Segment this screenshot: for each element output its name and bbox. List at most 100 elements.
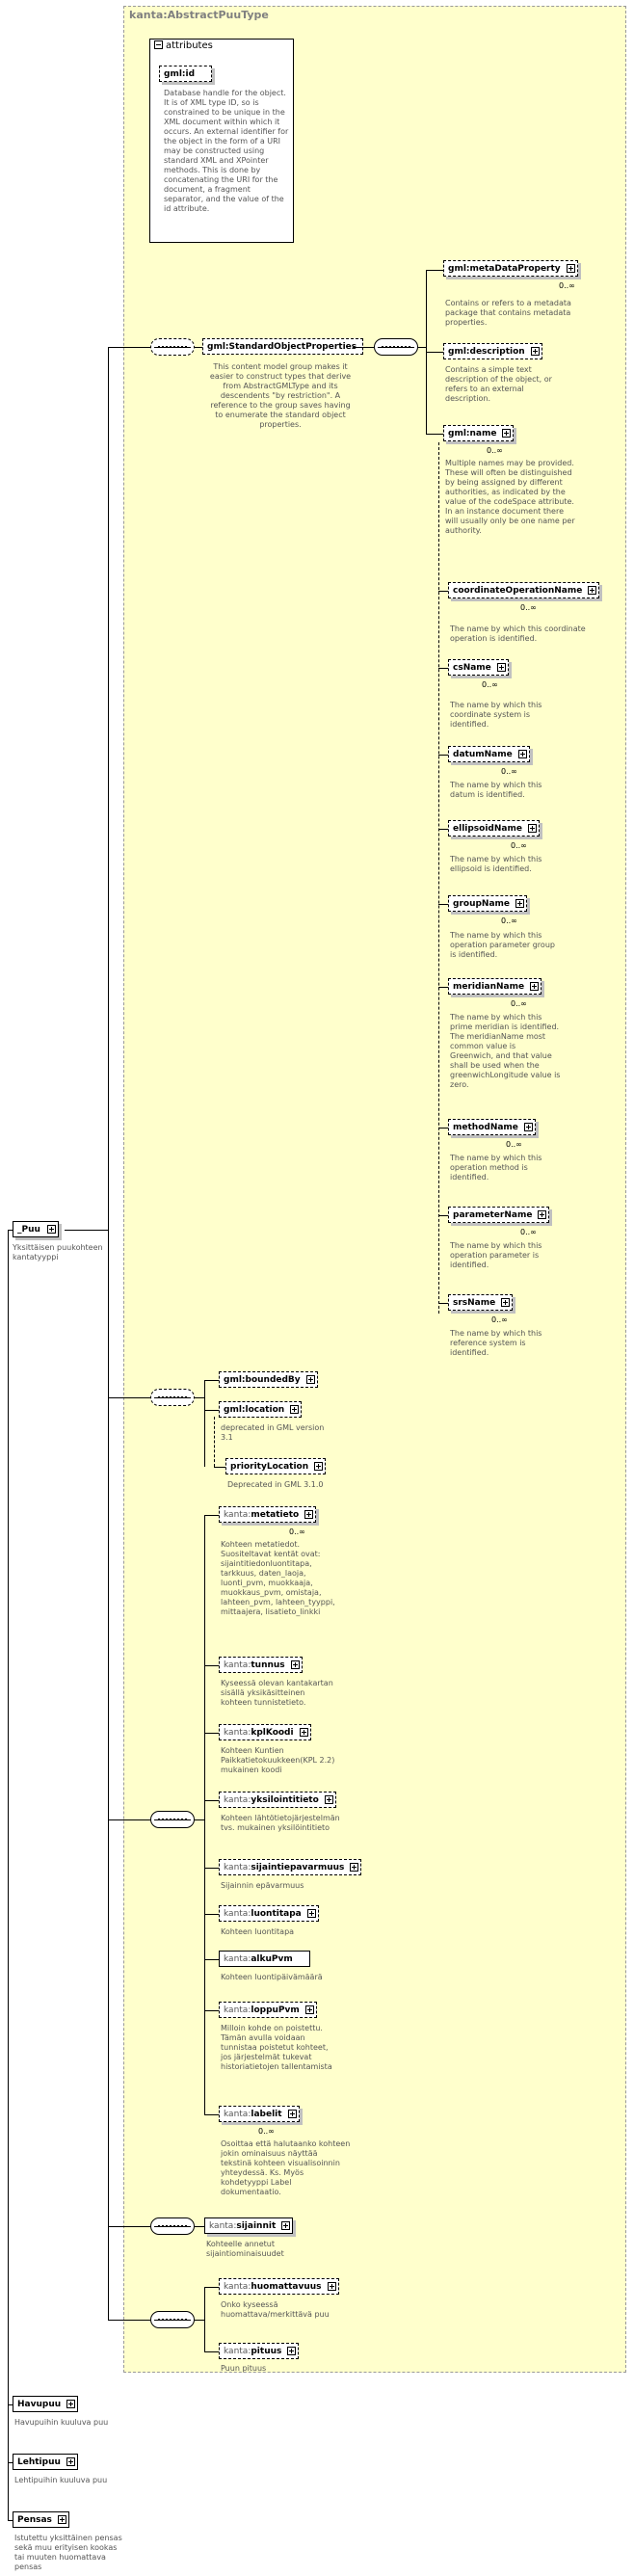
expand-icon[interactable] (496, 663, 506, 672)
parameter-name-multiplicity: 0..∞ (520, 1228, 537, 1236)
element-kanta-tunnus[interactable]: kanta:tunnus (219, 1657, 303, 1673)
meridian-name-description: The name by which this prime meridian is… (450, 1013, 561, 1089)
expand-icon[interactable] (66, 2400, 76, 2408)
element-havupuu[interactable]: Havupuu (13, 2396, 79, 2412)
coordinate-operation-name-multiplicity: 0..∞ (520, 603, 537, 612)
element-kanta-metatieto[interactable]: kanta:metatieto (219, 1506, 317, 1523)
expand-icon[interactable] (530, 347, 540, 356)
expand-icon[interactable] (350, 1863, 359, 1872)
expand-icon[interactable] (327, 2282, 336, 2291)
element-kanta-huomattavuus[interactable]: kanta:huomattavuus (219, 2278, 339, 2295)
expand-icon[interactable] (523, 1123, 533, 1131)
expand-icon[interactable] (287, 2110, 297, 2118)
element-kanta-alkupvm[interactable]: kanta:alkuPvm (219, 1951, 310, 1967)
element-ellipsoid-name[interactable]: ellipsoidName (448, 820, 540, 837)
sequence-compositor-sop[interactable] (150, 338, 195, 356)
ellipsoid-name-multiplicity: 0..∞ (511, 841, 527, 850)
attributes-header[interactable]: attributes (154, 40, 213, 51)
element-group-name[interactable]: groupName (448, 895, 528, 912)
alkupvm-description: Kohteen luontipäivämäärä (221, 1973, 323, 1981)
element-gml-location[interactable]: gml:location (219, 1401, 303, 1418)
expand-icon[interactable] (530, 982, 540, 991)
expand-icon[interactable] (290, 1405, 300, 1414)
expand-icon[interactable] (314, 1462, 324, 1471)
element-datum-name[interactable]: datumName (448, 746, 530, 762)
element-kanta-kplkoodi[interactable]: kanta:kplKoodi (219, 1724, 311, 1740)
element-kanta-loppupvm[interactable]: kanta:loppuPvm (219, 2002, 317, 2018)
expand-icon[interactable] (290, 1660, 300, 1669)
element-kanta-sijaintiepavarmuus[interactable]: kanta:sijaintiepavarmuus (219, 1859, 362, 1875)
ellipsoid-name-description: The name by which this ellipsoid is iden… (450, 855, 542, 873)
connector-kanta (108, 1819, 150, 1820)
element-kanta-yksilointitieto[interactable]: kanta:yksilointitieto (219, 1792, 336, 1808)
expand-icon[interactable] (66, 2457, 75, 2466)
connector-kanta-spine (204, 1515, 205, 2114)
connector-sijainnit (108, 2226, 150, 2227)
sequence-compositor-gml[interactable] (374, 338, 418, 356)
element-lehtipuu[interactable]: Lehtipuu (13, 2454, 78, 2470)
expand-icon[interactable] (517, 750, 527, 758)
element-kanta-pituus[interactable]: kanta:pituus (219, 2343, 300, 2359)
element-gml-metadataproperty[interactable]: gml:metaDataProperty (443, 260, 578, 277)
element-coordinate-operation-name[interactable]: coordinateOperationName (448, 582, 600, 598)
expand-icon[interactable] (57, 2515, 66, 2524)
expand-icon[interactable] (566, 264, 575, 273)
expand-icon[interactable] (502, 429, 512, 438)
labelit-description: Osoittaa että halutaanko kohteen jokin o… (221, 2139, 351, 2196)
expand-icon[interactable] (299, 1728, 308, 1737)
element-cs-name[interactable]: csName (448, 659, 509, 676)
connector-yksilointitieto (204, 1800, 219, 1801)
metadataproperty-description: Contains or refers to a metadata package… (445, 299, 571, 327)
expand-icon[interactable] (324, 1795, 333, 1804)
attribute-gml-id[interactable]: gml:id (159, 66, 213, 82)
connector-loppupvm (204, 2010, 219, 2011)
element-priority-location[interactable]: priorityLocation (225, 1458, 327, 1474)
element-gml-name[interactable]: gml:name (443, 425, 515, 441)
expand-icon[interactable] (306, 1909, 316, 1918)
connector-name (426, 434, 443, 435)
element-kanta-labelit[interactable]: kanta:labelit (219, 2106, 300, 2122)
sequence-compositor-bounded[interactable] (150, 1389, 195, 1406)
lehtipuu-description: Lehtipuihin kuuluva puu (14, 2476, 108, 2484)
element-method-name[interactable]: methodName (448, 1119, 536, 1135)
expand-icon[interactable] (501, 1298, 511, 1307)
connector-metadata (426, 270, 443, 271)
expand-icon[interactable] (305, 1375, 315, 1384)
expand-icon[interactable] (515, 899, 525, 908)
element-kanta-luontitapa[interactable]: kanta:luontitapa (219, 1905, 319, 1922)
expand-icon[interactable] (538, 1210, 547, 1219)
metatieto-multiplicity: 0..∞ (289, 1527, 305, 1536)
connector-sop-seq (353, 347, 374, 348)
element-parameter-name[interactable]: parameterName (448, 1207, 550, 1223)
sequence-compositor-kanta[interactable] (150, 1811, 195, 1828)
element-gml-boundedby[interactable]: gml:boundedBy (219, 1371, 318, 1388)
expand-icon[interactable] (588, 586, 597, 595)
connector-name-substitutions (438, 442, 440, 1314)
expand-icon[interactable] (304, 2005, 314, 2014)
element-kanta-sijainnit[interactable]: kanta:sijainnit (204, 2217, 294, 2234)
element-gml-description[interactable]: gml:description (443, 343, 542, 359)
connector-alkupvm (204, 1959, 219, 1960)
connector-last (108, 2320, 150, 2321)
connector-kanta-out (195, 1819, 204, 1820)
expand-icon[interactable] (281, 2221, 291, 2230)
loppupvm-description: Milloin kohde on poistettu. Tämän avulla… (221, 2024, 332, 2071)
labelit-multiplicity: 0..∞ (258, 2127, 275, 2136)
expand-icon[interactable] (46, 1225, 56, 1234)
connector-huomattavuus (204, 2287, 219, 2288)
collapse-icon[interactable] (154, 40, 163, 49)
sequence-compositor-sijainnit[interactable] (150, 2217, 195, 2235)
element-pensas[interactable]: Pensas (13, 2511, 69, 2528)
expand-icon[interactable] (287, 2347, 297, 2355)
expand-icon[interactable] (527, 824, 537, 833)
element-meridian-name[interactable]: meridianName (448, 978, 542, 995)
sequence-compositor-last[interactable] (150, 2311, 195, 2328)
element-srs-name[interactable]: srsName (448, 1294, 514, 1311)
connector-substitution-spine (8, 1230, 9, 2521)
luontitapa-description: Kohteen luontitapa (221, 1927, 295, 1936)
connector-spine (108, 347, 109, 2320)
expand-icon[interactable] (304, 1510, 314, 1519)
connector-luontitapa (204, 1914, 219, 1915)
group-standard-object-properties[interactable]: gml:StandardObjectProperties (202, 338, 364, 355)
root-element-puu[interactable]: _Puu (13, 1221, 59, 1237)
